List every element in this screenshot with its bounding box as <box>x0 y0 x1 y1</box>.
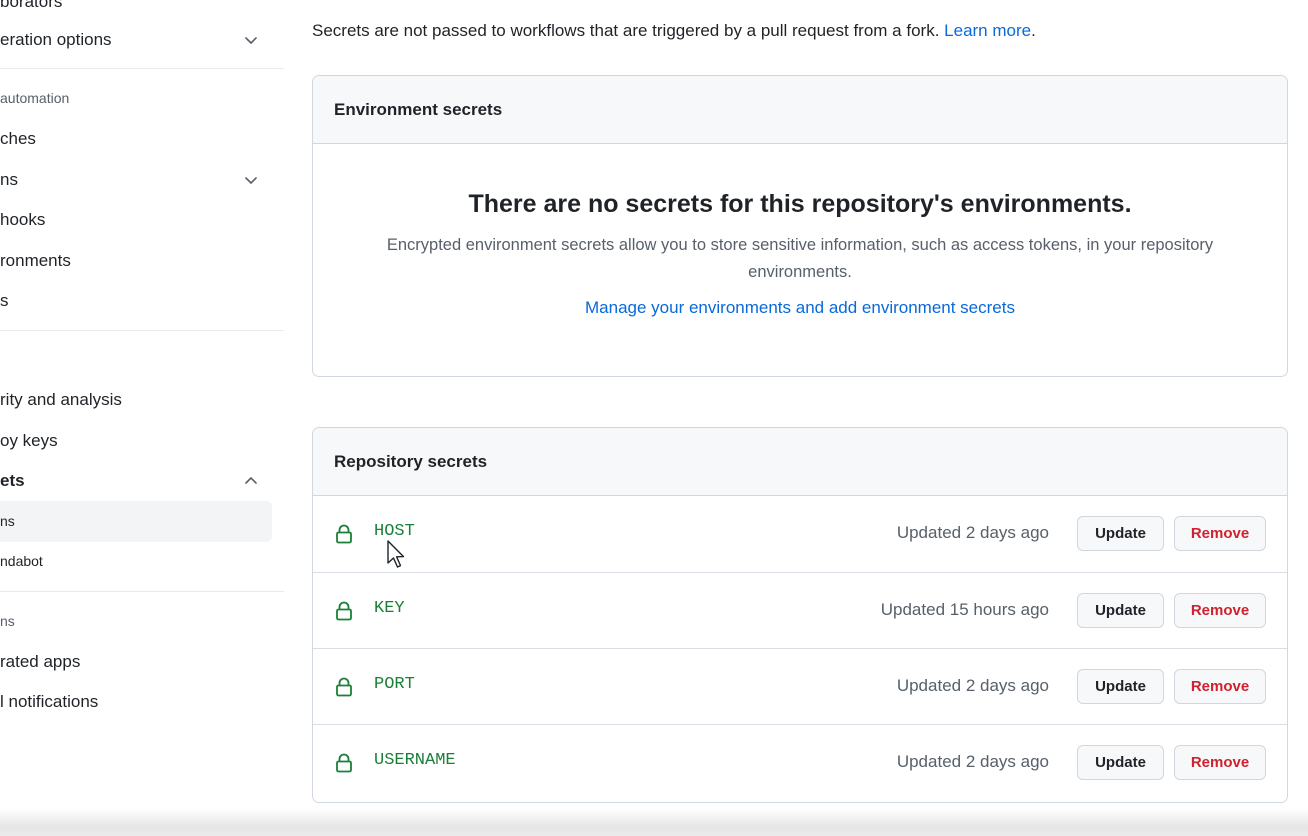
sidebar-item-collaborators[interactable]: borators <box>0 0 62 12</box>
manage-environments-link[interactable]: Manage your environments and add environ… <box>585 298 1015 317</box>
learn-more-link[interactable]: Learn more <box>944 21 1031 40</box>
fork-secrets-notice: Secrets are not passed to workflows that… <box>312 21 1036 41</box>
lock-icon <box>333 523 355 545</box>
sidebar-item-security-and-analysis[interactable]: rity and analysis <box>0 390 122 410</box>
mouse-cursor-icon <box>386 540 406 570</box>
secret-row: USERNAME Updated 2 days ago Update Remov… <box>313 724 1287 800</box>
sidebar-item-secrets[interactable]: ets <box>0 471 25 491</box>
empty-state-link-wrapper: Manage your environments and add environ… <box>313 298 1287 318</box>
sidebar-item-actions[interactable]: ns <box>0 170 18 190</box>
sidebar-divider <box>0 591 284 592</box>
sidebar-divider <box>0 330 284 331</box>
secret-row: HOST Updated 2 days ago Update Remove <box>313 496 1287 572</box>
sidebar-item-email-notifications[interactable]: l notifications <box>0 692 98 712</box>
lock-icon <box>333 600 355 622</box>
sidebar-divider <box>0 68 284 69</box>
sidebar-subitem-dependabot[interactable]: ndabot <box>0 553 43 569</box>
sidebar-subitem-actions[interactable]: ns <box>0 513 15 529</box>
lock-icon <box>333 676 355 698</box>
update-secret-button[interactable]: Update <box>1077 516 1164 551</box>
update-secret-button[interactable]: Update <box>1077 669 1164 704</box>
secret-name: PORT <box>374 675 415 694</box>
remove-secret-button[interactable]: Remove <box>1174 745 1266 780</box>
sidebar-item-webhooks[interactable]: hooks <box>0 210 45 230</box>
sidebar-selected-highlight <box>0 501 272 542</box>
sidebar-item-branches[interactable]: ches <box>0 129 36 149</box>
sidebar-section-integrations: ns <box>0 613 15 629</box>
remove-secret-button[interactable]: Remove <box>1174 669 1266 704</box>
settings-sidebar: borators eration options automation ches… <box>0 0 284 836</box>
sidebar-item-moderation-options[interactable]: eration options <box>0 30 112 50</box>
secret-updated-time: Updated 2 days ago <box>896 676 1049 695</box>
empty-state-description: Encrypted environment secrets allow you … <box>386 236 1214 281</box>
sidebar-item-pages[interactable]: s <box>0 291 9 311</box>
empty-state-title: There are no secrets for this repository… <box>468 190 1132 218</box>
chevron-down-icon[interactable] <box>243 32 259 48</box>
secret-row: KEY Updated 15 hours ago Update Remove <box>313 572 1287 648</box>
secret-name: KEY <box>374 599 405 618</box>
sidebar-item-deploy-keys[interactable]: oy keys <box>0 431 58 451</box>
bottom-edge-shadow <box>0 808 1308 836</box>
secret-row: PORT Updated 2 days ago Update Remove <box>313 648 1287 724</box>
repository-secrets-panel: Repository secrets HOST Updated 2 days a… <box>312 427 1288 803</box>
secret-updated-time: Updated 2 days ago <box>896 523 1049 542</box>
secret-name: HOST <box>374 522 415 541</box>
notice-trailing: . <box>1031 21 1036 40</box>
lock-icon <box>333 752 355 774</box>
sidebar-item-environments[interactable]: ronments <box>0 251 71 271</box>
chevron-down-icon[interactable] <box>243 172 259 188</box>
remove-secret-button[interactable]: Remove <box>1174 516 1266 551</box>
secret-updated-time: Updated 15 hours ago <box>880 600 1049 619</box>
repository-secrets-header: Repository secrets <box>313 428 1287 496</box>
secret-updated-time: Updated 2 days ago <box>896 752 1049 771</box>
sidebar-section-code-automation: automation <box>0 90 70 106</box>
environment-secrets-header: Environment secrets <box>313 76 1287 144</box>
sidebar-item-integrated-apps[interactable]: rated apps <box>0 652 80 672</box>
update-secret-button[interactable]: Update <box>1077 745 1164 780</box>
chevron-up-icon[interactable] <box>243 473 259 489</box>
remove-secret-button[interactable]: Remove <box>1174 593 1266 628</box>
secret-name: USERNAME <box>374 751 456 770</box>
environment-secrets-panel: Environment secrets There are no secrets… <box>312 75 1288 377</box>
notice-text: Secrets are not passed to workflows that… <box>312 21 940 40</box>
update-secret-button[interactable]: Update <box>1077 593 1164 628</box>
